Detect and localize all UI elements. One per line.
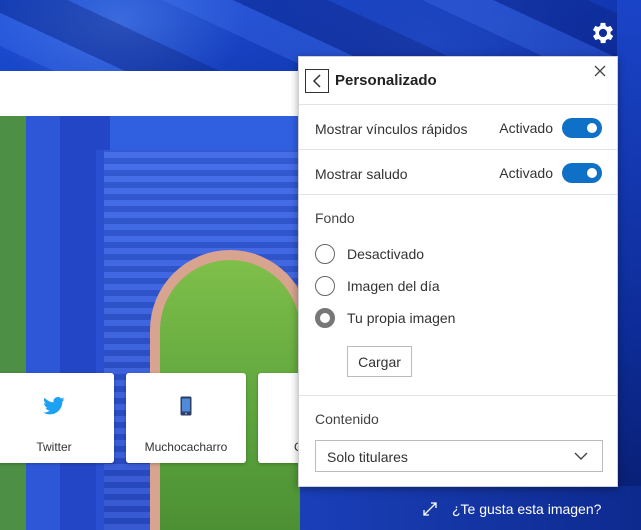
personalize-panel: Personalizado Mostrar vínculos rápidos A… [298, 56, 618, 487]
quick-link-label: Muchocacharro [144, 440, 228, 454]
close-icon[interactable] [593, 64, 607, 78]
content-section: Contenido Solo titulares [299, 396, 617, 488]
toggle-knob [587, 168, 597, 178]
radio-option-off[interactable]: Desactivado [315, 244, 424, 264]
expand-icon[interactable] [422, 501, 438, 517]
setting-state: Activado [499, 120, 553, 136]
toggle-knob [587, 123, 597, 133]
section-heading: Contenido [315, 411, 379, 427]
radio-option-image-of-day[interactable]: Imagen del día [315, 276, 440, 296]
greeting-toggle[interactable] [562, 163, 602, 183]
dropdown-value: Solo titulares [327, 449, 408, 465]
background-section: Fondo Desactivado Imagen del día Tu prop… [299, 195, 617, 396]
setting-label: Mostrar saludo [315, 166, 408, 182]
panel-header: Personalizado [299, 57, 617, 105]
background-right-edge [617, 0, 641, 530]
radio-label: Desactivado [347, 246, 425, 262]
image-like-link[interactable]: ¿Te gusta esta imagen? [452, 501, 601, 517]
section-heading: Fondo [315, 210, 355, 226]
back-button[interactable] [305, 69, 329, 93]
setting-state: Activado [499, 165, 553, 181]
radio-option-own-image[interactable]: Tu propia imagen [315, 308, 455, 328]
setting-label: Mostrar vínculos rápidos [315, 121, 468, 137]
settings-gear-icon[interactable] [589, 19, 617, 47]
setting-row-greeting: Mostrar saludo Activado [299, 150, 617, 195]
image-info: ¿Te gusta esta imagen? [422, 501, 601, 517]
quick-link-tile[interactable]: Twitter [0, 373, 114, 463]
quick-links-toggle[interactable] [562, 118, 602, 138]
phone-icon [180, 395, 192, 417]
radio-button-selected[interactable] [315, 308, 335, 328]
content-dropdown[interactable]: Solo titulares [315, 440, 603, 472]
radio-label: Tu propia imagen [347, 310, 456, 326]
quick-link-label: Twitter [36, 440, 72, 454]
setting-row-quick-links: Mostrar vínculos rápidos Activado [299, 105, 617, 150]
twitter-icon [43, 395, 65, 417]
quick-link-tile[interactable]: Muchocacharro [126, 373, 246, 463]
radio-button[interactable] [315, 244, 335, 264]
radio-label: Imagen del día [347, 278, 440, 294]
upload-button[interactable]: Cargar [347, 346, 412, 377]
chevron-down-icon [574, 452, 588, 460]
chevron-left-icon [312, 74, 321, 88]
radio-button[interactable] [315, 276, 335, 296]
search-box[interactable] [0, 71, 300, 116]
panel-title: Personalizado [335, 72, 437, 89]
